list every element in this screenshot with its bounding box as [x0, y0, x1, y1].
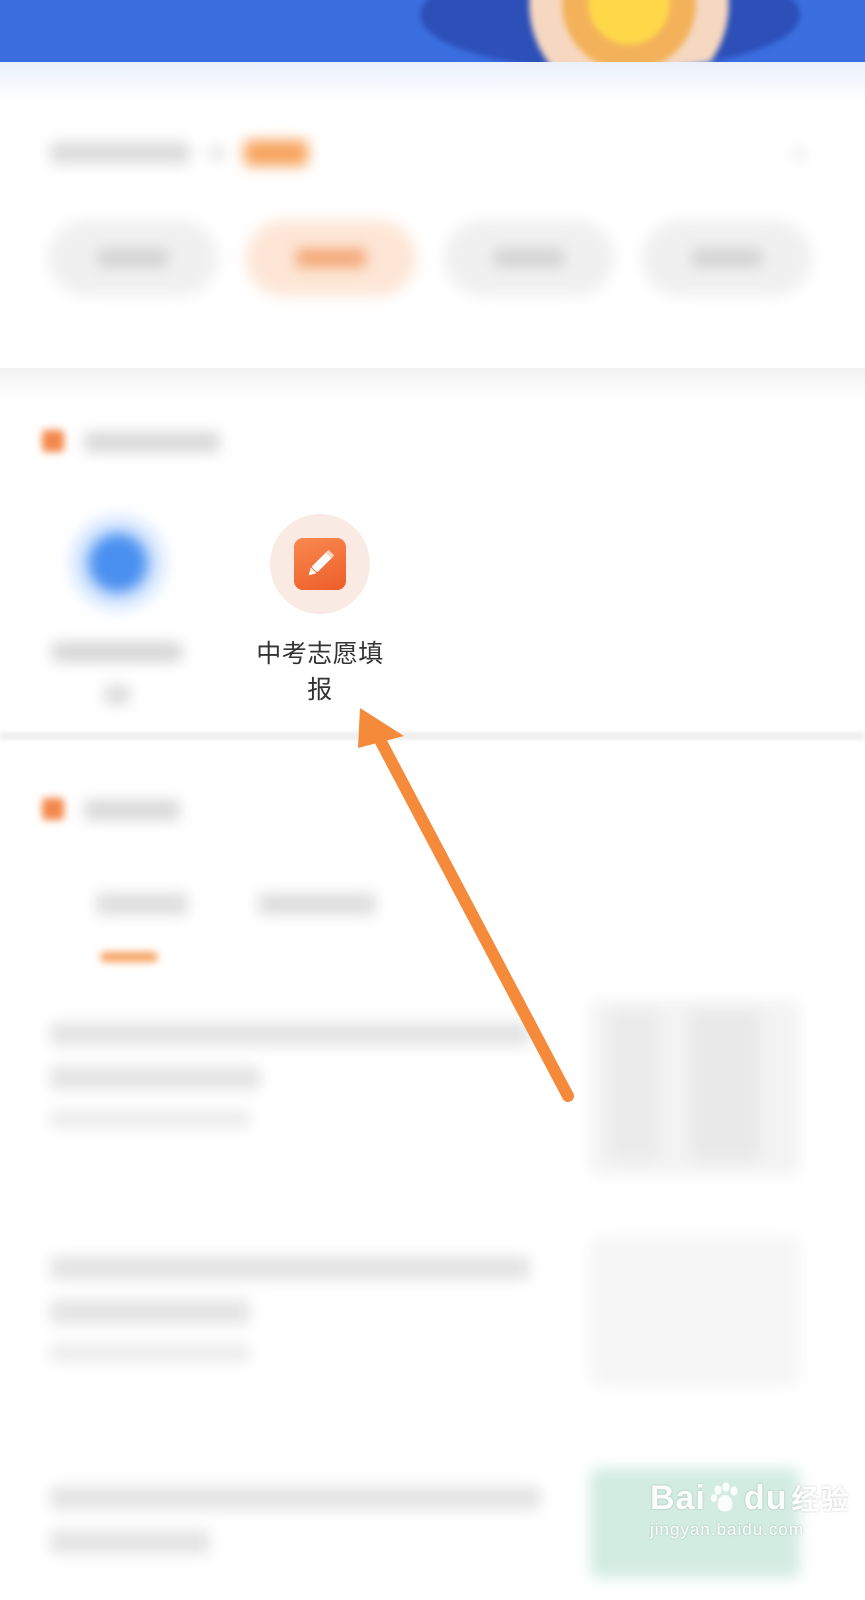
watermark-product: 经验 — [791, 1483, 850, 1516]
category-pill[interactable] — [642, 220, 812, 296]
tab-active[interactable] — [96, 893, 188, 915]
watermark-brand: Bai — [650, 1478, 706, 1517]
banner-illustration — [420, 0, 800, 62]
section-marker-icon — [42, 798, 64, 820]
section-divider — [0, 732, 865, 740]
tool-label-placeholder — [52, 642, 182, 662]
list-item[interactable] — [50, 1022, 550, 1128]
header-banner — [0, 0, 865, 62]
watermark-url: jingyan.baidu.com — [650, 1520, 805, 1539]
watermark-brand-suffix: du — [743, 1478, 788, 1517]
card-title-placeholder — [50, 142, 190, 164]
list-item[interactable] — [50, 1486, 550, 1574]
list-item[interactable] — [50, 1256, 550, 1362]
tool-label-placeholder — [104, 686, 130, 704]
section-title-placeholder — [84, 800, 180, 820]
category-pills — [48, 220, 812, 296]
chevron-icon[interactable] — [210, 146, 224, 160]
pencil-edit-icon — [294, 538, 346, 590]
category-pill-active[interactable] — [246, 220, 416, 296]
section-marker-icon — [42, 430, 64, 452]
hot-badge — [244, 140, 308, 166]
more-icon[interactable] — [793, 148, 805, 160]
tool-label: 中考志愿填报 — [256, 639, 384, 704]
category-pill[interactable] — [444, 220, 614, 296]
tool-item-zhongkao-zhiyuan[interactable]: 中考志愿填报 — [250, 514, 390, 708]
paw-icon — [710, 1482, 738, 1512]
tab-indicator — [100, 952, 158, 962]
news-tabs — [96, 893, 376, 915]
category-pill[interactable] — [48, 220, 218, 296]
section-title-placeholder — [84, 432, 220, 452]
card-header-row — [50, 140, 308, 166]
baidu-jingyan-watermark: Bai du 经验 jingyan.baidu.com — [650, 1478, 849, 1540]
section-divider — [0, 368, 865, 402]
tab[interactable] — [258, 893, 376, 915]
article-thumbnail — [590, 1236, 800, 1386]
tool-icon-background — [270, 514, 370, 614]
banner-fade — [0, 62, 865, 102]
tool-item-search[interactable] — [70, 515, 166, 611]
article-thumbnail — [590, 1000, 800, 1175]
search-tool-icon — [88, 533, 148, 593]
